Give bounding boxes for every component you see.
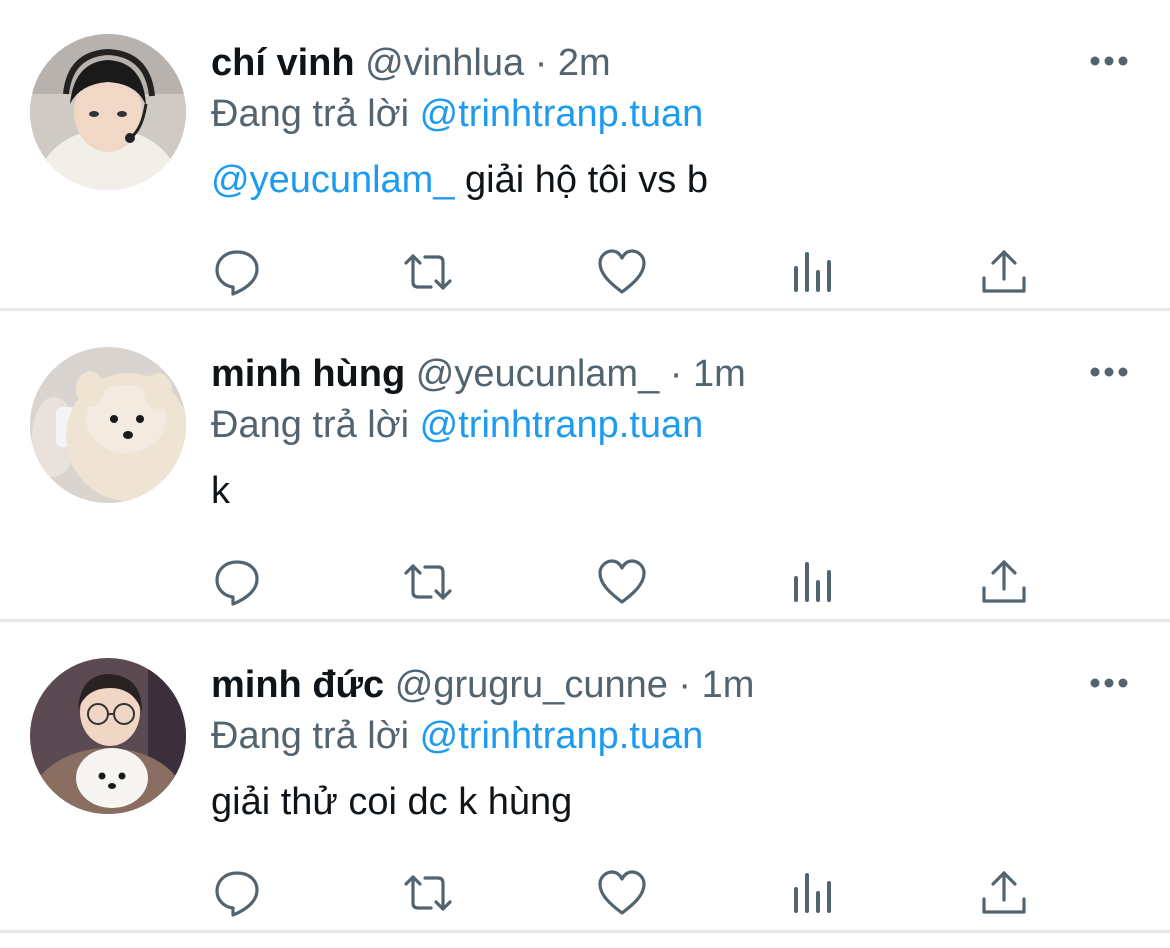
share-icon — [982, 250, 1026, 293]
separator-dot: · — [678, 664, 692, 706]
tweet-text: giải thử coi dc k hùng — [211, 777, 1080, 827]
user-handle[interactable]: @grugru_cunne — [395, 664, 668, 706]
more-horizontal-icon — [1090, 367, 1128, 377]
like-icon — [598, 870, 646, 915]
share-icon — [982, 871, 1026, 914]
user-handle[interactable]: @vinhlua — [365, 42, 524, 84]
share-icon — [982, 560, 1026, 603]
avatar-person-headset-icon — [30, 34, 186, 190]
tweet-actions — [211, 556, 1051, 608]
tweet[interactable]: minh hùng @yeucunlam_ · 1m Đang trả lời … — [0, 311, 1170, 622]
tweet[interactable]: minh đức @grugru_cunne · 1m Đang trả lời… — [0, 622, 1170, 933]
tweet-actions — [211, 246, 1051, 298]
avatar[interactable] — [30, 34, 186, 190]
retweet-button[interactable] — [402, 246, 454, 298]
tweet-header: minh đức @grugru_cunne · 1m — [211, 660, 1080, 710]
reply-to-mention-link[interactable]: @trinhtranp.tuan — [420, 93, 704, 135]
tweet-actions — [211, 867, 1051, 919]
analytics-icon — [794, 252, 831, 292]
reply-icon — [215, 560, 259, 606]
replying-to: Đang trả lời @trinhtranp.tuan — [211, 399, 1080, 451]
retweet-button[interactable] — [402, 867, 454, 919]
tweet-body: giải thử coi dc k hùng — [211, 781, 573, 823]
tweet-body: k — [211, 470, 230, 512]
display-name[interactable]: minh hùng — [211, 353, 405, 395]
user-handle[interactable]: @yeucunlam_ — [416, 353, 659, 395]
timestamp[interactable]: 2m — [558, 42, 611, 84]
analytics-icon — [794, 873, 831, 913]
retweet-icon — [404, 564, 452, 600]
avatar[interactable] — [30, 347, 186, 503]
reply-button[interactable] — [211, 556, 263, 608]
share-button[interactable] — [978, 867, 1030, 919]
tweet-body: giải hộ tôi vs b — [454, 159, 708, 201]
tweet-text: @yeucunlam_ giải hộ tôi vs b — [211, 155, 1080, 205]
more-options-button[interactable] — [1088, 357, 1130, 387]
timestamp[interactable]: 1m — [693, 353, 746, 395]
timestamp[interactable]: 1m — [702, 664, 755, 706]
more-options-button[interactable] — [1088, 668, 1130, 698]
tweet[interactable]: chí vinh @vinhlua · 2m Đang trả lời @tri… — [0, 0, 1170, 311]
like-button[interactable] — [596, 867, 648, 919]
analytics-button[interactable] — [786, 867, 838, 919]
like-icon — [598, 559, 646, 604]
display-name[interactable]: chí vinh — [211, 42, 355, 84]
retweet-button[interactable] — [402, 556, 454, 608]
more-horizontal-icon — [1090, 678, 1128, 688]
replying-to-label: Đang trả lời — [211, 404, 410, 446]
body-mention-link[interactable]: @yeucunlam_ — [211, 159, 454, 201]
share-button[interactable] — [978, 246, 1030, 298]
reply-to-mention-link[interactable]: @trinhtranp.tuan — [420, 715, 704, 757]
tweet-text: k — [211, 466, 1080, 516]
like-icon — [598, 249, 646, 294]
reply-icon — [215, 250, 259, 296]
avatar[interactable] — [30, 658, 186, 814]
reply-button[interactable] — [211, 246, 263, 298]
analytics-button[interactable] — [786, 556, 838, 608]
separator-dot: · — [669, 353, 683, 395]
avatar-pomeranian-icon — [30, 347, 186, 503]
more-horizontal-icon — [1090, 56, 1128, 66]
analytics-icon — [794, 562, 831, 602]
like-button[interactable] — [596, 556, 648, 608]
reply-button[interactable] — [211, 867, 263, 919]
replying-to-label: Đang trả lời — [211, 715, 410, 757]
more-options-button[interactable] — [1088, 46, 1130, 76]
replying-to: Đang trả lời @trinhtranp.tuan — [211, 710, 1080, 762]
display-name[interactable]: minh đức — [211, 664, 384, 706]
analytics-button[interactable] — [786, 246, 838, 298]
like-button[interactable] — [596, 246, 648, 298]
replying-to-label: Đang trả lời — [211, 93, 410, 135]
replying-to: Đang trả lời @trinhtranp.tuan — [211, 88, 1080, 140]
share-button[interactable] — [978, 556, 1030, 608]
reply-icon — [215, 871, 259, 917]
retweet-icon — [404, 875, 452, 911]
tweet-header: chí vinh @vinhlua · 2m — [211, 38, 1080, 88]
avatar-person-with-dog-icon — [30, 658, 186, 814]
retweet-icon — [404, 254, 452, 290]
separator-dot: · — [534, 42, 548, 84]
tweet-header: minh hùng @yeucunlam_ · 1m — [211, 349, 1080, 399]
reply-to-mention-link[interactable]: @trinhtranp.tuan — [420, 404, 704, 446]
